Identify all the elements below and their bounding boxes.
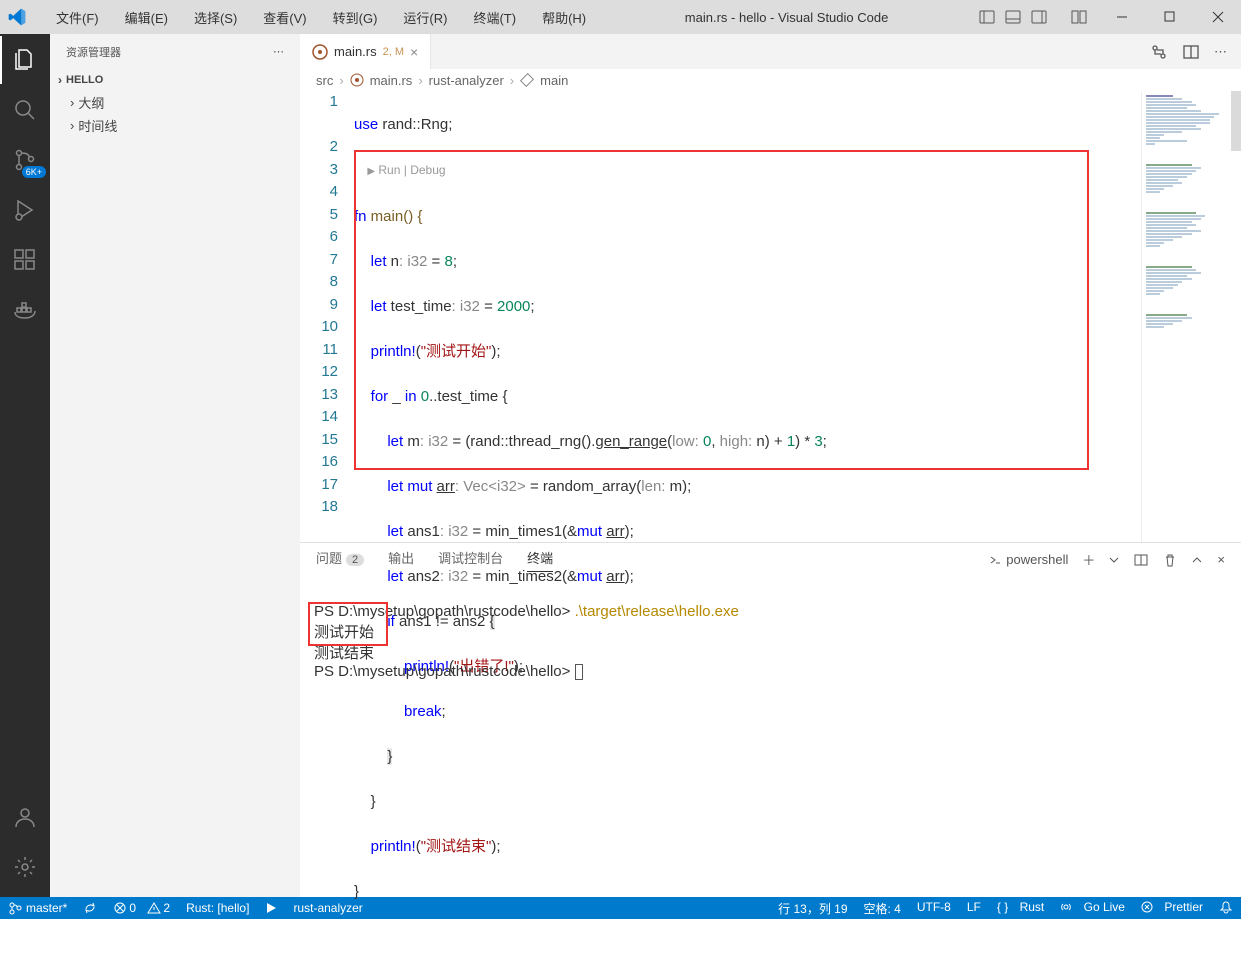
- close-panel-icon[interactable]: ×: [1217, 552, 1225, 567]
- editor-pane: main.rs 2, M × ⋯ src› main.rs› rust-anal…: [300, 34, 1241, 897]
- rust-file-icon: [312, 44, 328, 60]
- terminal-cursor: [575, 664, 583, 680]
- sidebar-title: 资源管理器: [66, 44, 121, 60]
- maximize-panel-icon[interactable]: [1191, 554, 1203, 566]
- sidebar-section-outline[interactable]: ›大纲: [50, 91, 300, 114]
- line-gutter: 123456789101112131415161718: [300, 91, 354, 542]
- more-actions-icon[interactable]: ⋯: [1214, 44, 1227, 60]
- symbol-icon: [520, 73, 534, 87]
- title-bar: 文件(F) 编辑(E) 选择(S) 查看(V) 转到(G) 运行(R) 终端(T…: [0, 0, 1241, 34]
- activity-search-icon[interactable]: [0, 86, 50, 134]
- chevron-right-icon: ›: [70, 118, 74, 133]
- compare-changes-icon[interactable]: [1150, 43, 1168, 61]
- minimap[interactable]: [1141, 91, 1241, 542]
- editor-tabs: main.rs 2, M × ⋯: [300, 34, 1241, 69]
- activity-bar: 6K+: [0, 34, 50, 897]
- layout-bottom-icon[interactable]: [1003, 7, 1023, 27]
- codelens-run-debug[interactable]: Run | Debug: [378, 163, 445, 177]
- window-title: main.rs - hello - Visual Studio Code: [598, 10, 975, 25]
- layout-left-icon[interactable]: [977, 7, 997, 27]
- sidebar: 资源管理器 ⋯ ›HELLO ›大纲 ›时间线: [50, 34, 300, 897]
- breadcrumb[interactable]: src› main.rs› rust-analyzer› main: [300, 69, 1241, 91]
- tab-main-rs[interactable]: main.rs 2, M ×: [300, 34, 431, 69]
- status-notifications-icon[interactable]: [1211, 900, 1241, 914]
- code-content[interactable]: use rand::Rng; ▶ Run | Debug fn main() {…: [354, 91, 1141, 542]
- activity-run-icon[interactable]: [0, 186, 50, 234]
- rust-file-icon: [350, 73, 364, 87]
- menu-bar: 文件(F) 编辑(E) 选择(S) 查看(V) 转到(G) 运行(R) 终端(T…: [36, 4, 596, 31]
- menu-help[interactable]: 帮助(H): [532, 4, 596, 31]
- menu-run[interactable]: 运行(R): [393, 4, 457, 31]
- sidebar-section-timeline[interactable]: ›时间线: [50, 114, 300, 137]
- scm-badge: 6K+: [22, 166, 46, 178]
- terminal[interactable]: PS D:\mysetup\gopath\rustcode\hello> .\t…: [300, 576, 1241, 897]
- menu-terminal[interactable]: 终端(T): [463, 4, 526, 31]
- kill-terminal-icon[interactable]: [1163, 553, 1177, 567]
- minimap-scroll[interactable]: [1231, 91, 1241, 151]
- activity-settings-icon[interactable]: [0, 843, 50, 891]
- tab-filename: main.rs: [334, 44, 377, 59]
- tab-close-icon[interactable]: ×: [410, 44, 418, 60]
- more-icon[interactable]: ⋯: [273, 45, 284, 58]
- window-close-icon[interactable]: [1195, 0, 1241, 34]
- vscode-logo-icon: [0, 7, 34, 27]
- activity-account-icon[interactable]: [0, 793, 50, 841]
- window-maximize-icon[interactable]: [1147, 0, 1193, 34]
- sidebar-section-hello[interactable]: ›HELLO: [50, 69, 300, 91]
- window-minimize-icon[interactable]: [1099, 0, 1145, 34]
- menu-select[interactable]: 选择(S): [184, 4, 247, 31]
- status-problems[interactable]: 0 2: [105, 897, 178, 919]
- play-icon: ▶: [367, 166, 375, 177]
- code-editor[interactable]: 123456789101112131415161718 use rand::Rn…: [300, 91, 1241, 542]
- menu-goto[interactable]: 转到(G): [323, 4, 388, 31]
- highlight-box-terminal: [308, 602, 388, 646]
- status-sync[interactable]: [75, 897, 105, 919]
- status-branch[interactable]: master*: [0, 897, 75, 919]
- activity-docker-icon[interactable]: [0, 286, 50, 334]
- menu-view[interactable]: 查看(V): [253, 4, 316, 31]
- layout-right-icon[interactable]: [1029, 7, 1049, 27]
- chevron-right-icon: ›: [58, 73, 62, 87]
- activity-extensions-icon[interactable]: [0, 236, 50, 284]
- tab-modified: 2, M: [383, 46, 404, 58]
- split-editor-icon[interactable]: [1182, 43, 1200, 61]
- sidebar-header: 资源管理器 ⋯: [50, 34, 300, 69]
- status-rust-project[interactable]: Rust: [hello]: [178, 897, 257, 919]
- menu-edit[interactable]: 编辑(E): [115, 4, 178, 31]
- status-prettier[interactable]: Prettier: [1133, 900, 1211, 914]
- menu-file[interactable]: 文件(F): [46, 4, 109, 31]
- activity-explorer-icon[interactable]: [0, 36, 50, 84]
- bottom-panel: 问题2 输出 调试控制台 终端 powershell ＋ × PS D:\mys…: [300, 542, 1241, 897]
- chevron-right-icon: ›: [70, 95, 74, 110]
- layout-grid-icon[interactable]: [1069, 7, 1089, 27]
- status-play[interactable]: [257, 897, 285, 919]
- activity-scm-icon[interactable]: 6K+: [0, 136, 50, 184]
